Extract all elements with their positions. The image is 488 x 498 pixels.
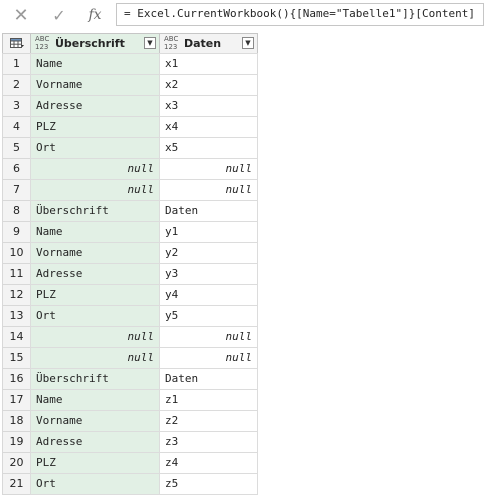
row-number[interactable]: 1 xyxy=(2,53,31,75)
table-row: 14 null null xyxy=(2,326,258,348)
cell-daten[interactable]: x3 xyxy=(159,95,258,117)
cell-ueberschrift[interactable]: PLZ xyxy=(30,284,160,306)
cell-daten[interactable]: z1 xyxy=(159,389,258,411)
table-row: 20 PLZ z4 xyxy=(2,452,258,474)
table-row: 19 Adresse z3 xyxy=(2,431,258,453)
table-row: 3 Adresse x3 xyxy=(2,95,258,117)
cell-daten[interactable]: x2 xyxy=(159,74,258,96)
cell-ueberschrift[interactable]: Name xyxy=(30,221,160,243)
any-type-icon[interactable]: ABC 123 xyxy=(35,35,53,51)
row-number[interactable]: 2 xyxy=(2,74,31,96)
table-icon xyxy=(9,38,24,48)
formula-bar: ✕ ✓ fx = Excel.CurrentWorkbook(){[Name="… xyxy=(0,0,488,30)
table-row: 7 null null xyxy=(2,179,258,201)
cell-ueberschrift[interactable]: PLZ xyxy=(30,452,160,474)
table-row: 18 Vorname z2 xyxy=(2,410,258,432)
cell-ueberschrift[interactable]: Adresse xyxy=(30,263,160,285)
cell-daten[interactable]: z4 xyxy=(159,452,258,474)
column-header-daten[interactable]: ABC 123 Daten ▼ xyxy=(159,33,258,54)
filter-dropdown-icon[interactable]: ▼ xyxy=(144,37,156,49)
cell-daten[interactable]: null xyxy=(159,179,258,201)
cell-daten[interactable]: null xyxy=(159,158,258,180)
cell-ueberschrift[interactable]: Ort xyxy=(30,305,160,327)
cell-ueberschrift[interactable]: Überschrift xyxy=(30,200,160,222)
cell-ueberschrift[interactable]: Name xyxy=(30,53,160,75)
row-number[interactable]: 8 xyxy=(2,200,31,222)
row-number[interactable]: 18 xyxy=(2,410,31,432)
row-number[interactable]: 6 xyxy=(2,158,31,180)
cell-ueberschrift[interactable]: null xyxy=(30,179,160,201)
column-header-label: Daten xyxy=(184,37,222,50)
column-header-ueberschrift[interactable]: ABC 123 Überschrift ▼ xyxy=(30,33,160,54)
table-row: 11 Adresse y3 xyxy=(2,263,258,285)
cell-daten[interactable]: y1 xyxy=(159,221,258,243)
cell-daten[interactable]: y4 xyxy=(159,284,258,306)
cell-ueberschrift[interactable]: Überschrift xyxy=(30,368,160,390)
row-number[interactable]: 19 xyxy=(2,431,31,453)
cell-ueberschrift[interactable]: PLZ xyxy=(30,116,160,138)
cell-ueberschrift[interactable]: Name xyxy=(30,389,160,411)
cell-ueberschrift[interactable]: Adresse xyxy=(30,431,160,453)
table-row: 13 Ort y5 xyxy=(2,305,258,327)
table-row: 5 Ort x5 xyxy=(2,137,258,159)
row-number[interactable]: 5 xyxy=(2,137,31,159)
cell-daten[interactable]: z2 xyxy=(159,410,258,432)
cell-daten[interactable]: Daten xyxy=(159,200,258,222)
cell-daten[interactable]: y5 xyxy=(159,305,258,327)
cell-daten[interactable]: y2 xyxy=(159,242,258,264)
confirm-icon[interactable]: ✓ xyxy=(48,4,70,26)
table-row: 1 Name x1 xyxy=(2,53,258,75)
table-row: 15 null null xyxy=(2,347,258,369)
cell-daten[interactable]: null xyxy=(159,347,258,369)
table-row: 16 Überschrift Daten xyxy=(2,368,258,390)
table-row: 17 Name z1 xyxy=(2,389,258,411)
cell-daten[interactable]: y3 xyxy=(159,263,258,285)
column-header-label: Überschrift xyxy=(55,37,125,50)
row-number[interactable]: 16 xyxy=(2,368,31,390)
row-number[interactable]: 21 xyxy=(2,473,31,495)
cell-ueberschrift[interactable]: Ort xyxy=(30,473,160,495)
formula-input[interactable]: = Excel.CurrentWorkbook(){[Name="Tabelle… xyxy=(116,3,484,26)
table-row: 9 Name y1 xyxy=(2,221,258,243)
cell-daten[interactable]: z5 xyxy=(159,473,258,495)
row-number[interactable]: 13 xyxy=(2,305,31,327)
table-row: 8 Überschrift Daten xyxy=(2,200,258,222)
table-row: 2 Vorname x2 xyxy=(2,74,258,96)
filter-dropdown-icon[interactable]: ▼ xyxy=(242,37,254,49)
row-number[interactable]: 10 xyxy=(2,242,31,264)
table-row: 6 null null xyxy=(2,158,258,180)
row-number[interactable]: 17 xyxy=(2,389,31,411)
cell-ueberschrift[interactable]: null xyxy=(30,158,160,180)
row-number[interactable]: 20 xyxy=(2,452,31,474)
cell-daten[interactable]: Daten xyxy=(159,368,258,390)
row-number[interactable]: 4 xyxy=(2,116,31,138)
cell-daten[interactable]: x5 xyxy=(159,137,258,159)
row-number[interactable]: 9 xyxy=(2,221,31,243)
row-number[interactable]: 12 xyxy=(2,284,31,306)
any-type-icon[interactable]: ABC 123 xyxy=(164,35,182,51)
cell-ueberschrift[interactable]: Adresse xyxy=(30,95,160,117)
table-menu-button[interactable] xyxy=(2,33,31,54)
row-number[interactable]: 15 xyxy=(2,347,31,369)
row-number[interactable]: 14 xyxy=(2,326,31,348)
table-row: 12 PLZ y4 xyxy=(2,284,258,306)
table-row: 4 PLZ x4 xyxy=(2,116,258,138)
cell-daten[interactable]: x1 xyxy=(159,53,258,75)
cell-ueberschrift[interactable]: null xyxy=(30,347,160,369)
cancel-icon[interactable]: ✕ xyxy=(10,4,32,26)
cell-daten[interactable]: null xyxy=(159,326,258,348)
cell-ueberschrift[interactable]: Vorname xyxy=(30,242,160,264)
row-number[interactable]: 3 xyxy=(2,95,31,117)
cell-daten[interactable]: x4 xyxy=(159,116,258,138)
table-row: 21 Ort z5 xyxy=(2,473,258,495)
row-number[interactable]: 7 xyxy=(2,179,31,201)
cell-ueberschrift[interactable]: Vorname xyxy=(30,410,160,432)
cell-daten[interactable]: z3 xyxy=(159,431,258,453)
fx-icon[interactable]: fx xyxy=(84,4,106,26)
table-row: 10 Vorname y2 xyxy=(2,242,258,264)
cell-ueberschrift[interactable]: Vorname xyxy=(30,74,160,96)
row-number[interactable]: 11 xyxy=(2,263,31,285)
cell-ueberschrift[interactable]: null xyxy=(30,326,160,348)
cell-ueberschrift[interactable]: Ort xyxy=(30,137,160,159)
